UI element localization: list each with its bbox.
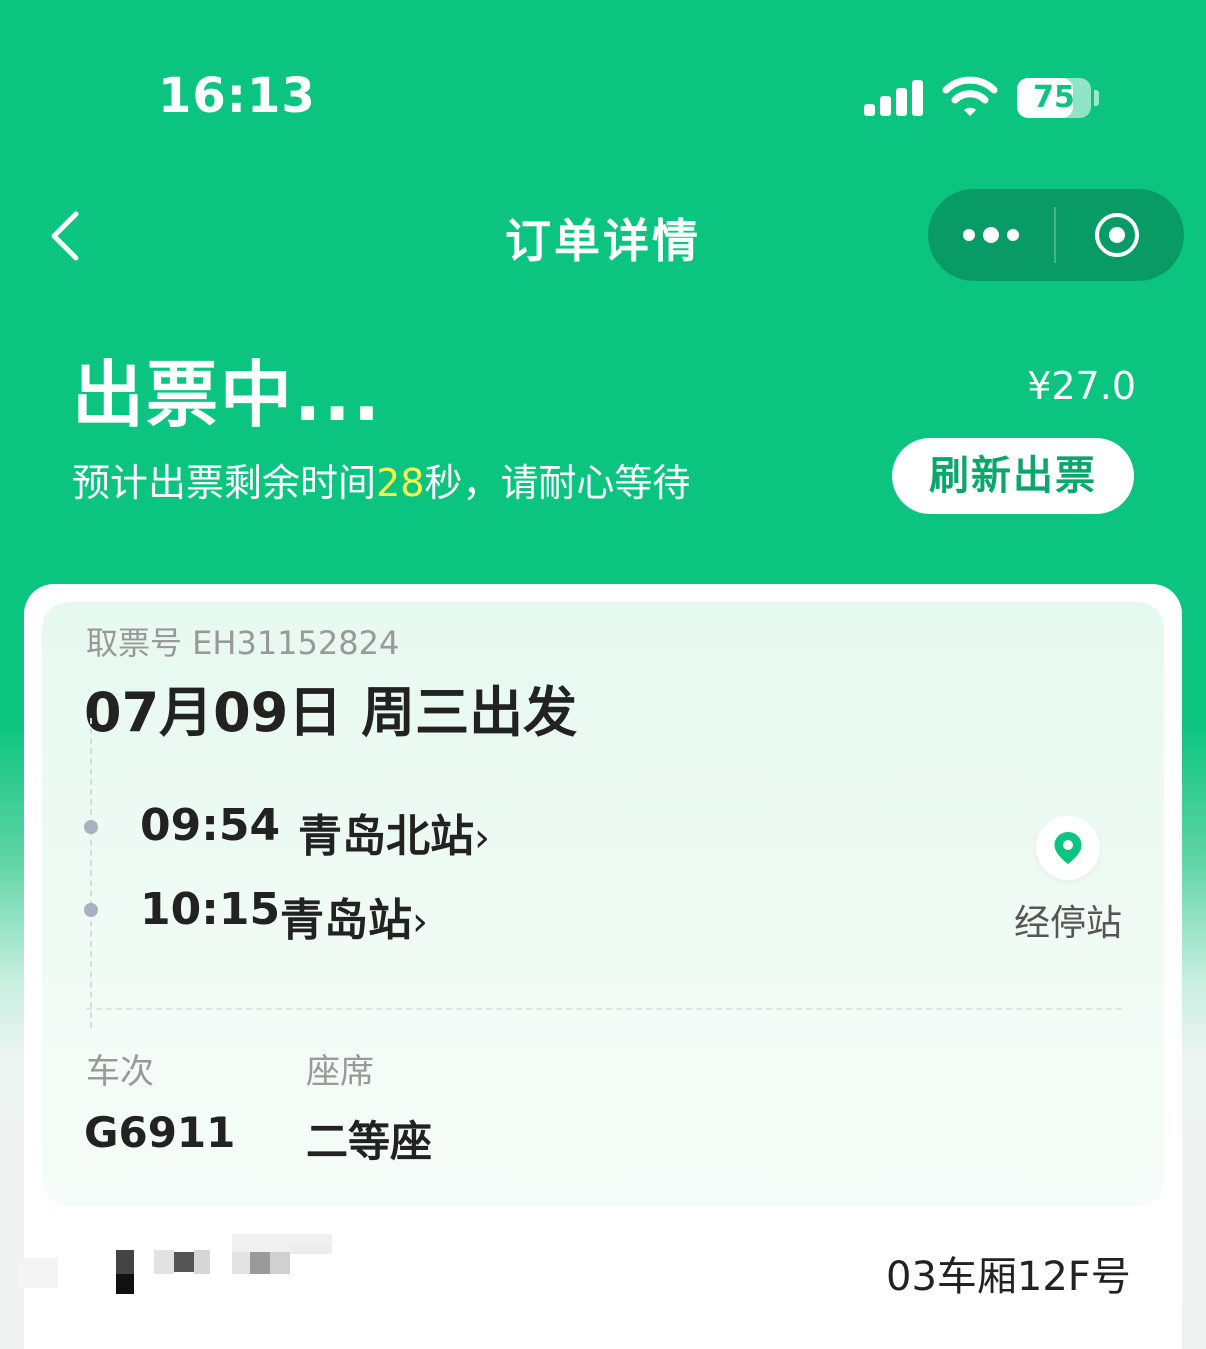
seat-position: 03车厢12F号 [886,1254,1131,1300]
back-icon[interactable] [44,206,92,266]
more-icon[interactable] [956,215,1026,255]
section-divider [86,1008,1122,1010]
stops-button[interactable] [1036,816,1100,880]
order-price: ¥27.0 [1027,364,1136,408]
departure-date: 07月09日 周三出发 [84,681,578,744]
battery-level: 75 [1033,80,1075,115]
status-time: 16:13 [158,68,316,124]
ticket-pickup-number: 取票号 EH31152824 [86,624,400,662]
battery-icon: 75 [1017,78,1091,118]
depart-station-link[interactable]: 青岛北站› [298,800,490,864]
train-number: G6911 [84,1108,236,1157]
location-pin-icon [1054,832,1082,864]
seat-class: 二等座 [306,1117,433,1166]
remaining-seconds: 28 [376,461,425,505]
remaining-time-text: 预计出票剩余时间28秒，请耐心等待 [72,452,690,507]
chevron-right-icon: › [474,815,490,861]
arrive-station: 青岛站 [280,895,412,946]
arrive-station-link[interactable]: 青岛站› [280,884,428,948]
battery-tip [1094,90,1099,106]
wifi-icon [942,76,998,116]
remaining-time-prefix: 预计出票剩余时间 [72,461,377,505]
passenger-name-mosaic [18,1210,358,1320]
seat-class-label: 座席 [306,1052,374,1092]
remaining-time-suffix: 秒，请耐心等待 [424,461,691,505]
signal-icon [864,80,924,116]
page-title: 订单详情 [505,214,701,268]
depart-station: 青岛北站 [298,811,474,862]
depart-dot [84,820,98,834]
arrive-dot [84,903,98,917]
depart-time: 09:54 [140,800,281,851]
train-number-label: 车次 [86,1052,154,1092]
chevron-right-icon: › [412,899,428,945]
route-timeline [90,718,92,1028]
stops-label[interactable]: 经停站 [1014,894,1122,946]
arrive-time: 10:15 [140,884,281,935]
order-status-title: 出票中... [72,353,383,437]
refresh-ticket-button[interactable]: 刷新出票 [892,438,1134,514]
close-miniprogram-icon[interactable] [1094,212,1140,258]
miniprogram-capsule [928,189,1184,281]
capsule-divider [1054,207,1056,263]
